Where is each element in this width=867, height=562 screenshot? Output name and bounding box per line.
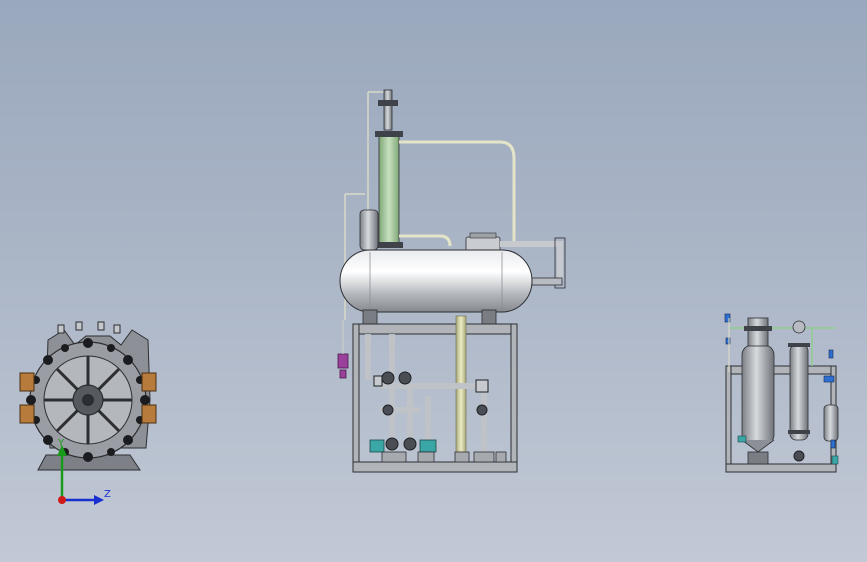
side-nozzle: [531, 277, 563, 286]
pump-piping: [365, 334, 487, 452]
pump-motors: [381, 451, 507, 463]
vent-flange: [378, 100, 398, 106]
z-axis-label: Z: [104, 489, 111, 500]
secondary-column[interactable]: [789, 344, 809, 441]
side-view-pump-disc[interactable]: [19, 321, 157, 471]
filter-housing[interactable]: [823, 404, 839, 442]
return-pipe: [399, 234, 452, 247]
level-instrument[interactable]: [337, 320, 349, 379]
side-separator[interactable]: [359, 209, 379, 251]
overflow-pipe: [399, 140, 516, 245]
feed-pumps[interactable]: [369, 439, 437, 453]
cad-viewport[interactable]: Y Z: [0, 0, 867, 562]
storage-tank[interactable]: [339, 249, 533, 313]
blue-fittings: [724, 313, 836, 449]
front-view-deaerator-skid[interactable]: [337, 89, 566, 473]
disc-hub-center: [82, 394, 94, 406]
column-bottom-flange: [375, 242, 403, 248]
side-view-column-skid[interactable]: [724, 313, 839, 473]
column-top-flange: [375, 131, 403, 137]
tank-manhole[interactable]: [465, 236, 501, 252]
triad-origin: [58, 496, 66, 504]
deaeration-column[interactable]: [378, 134, 400, 246]
vent-pipe: [383, 89, 393, 131]
y-axis-label: Y: [57, 438, 65, 449]
disc-top-fittings: [57, 321, 121, 334]
main-vessel[interactable]: [741, 344, 775, 446]
